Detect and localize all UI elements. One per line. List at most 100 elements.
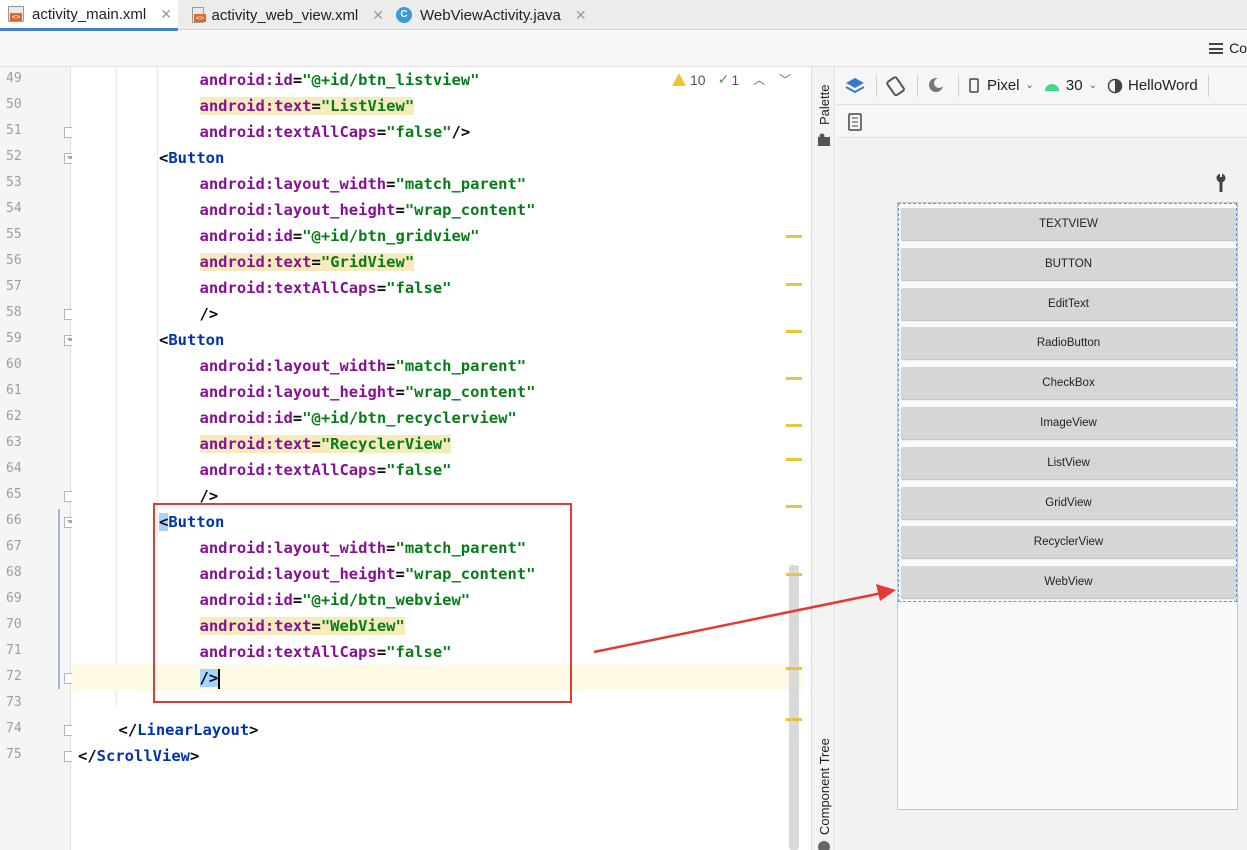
code-token: /> bbox=[451, 123, 471, 141]
code-line[interactable]: android:layout_height="wrap_content" bbox=[72, 561, 536, 587]
code-line[interactable]: android:id="@+id/btn_gridview" bbox=[72, 223, 480, 249]
tab-webviewactivity-java[interactable]: C WebViewActivity.java ✕ bbox=[388, 0, 598, 30]
code-line[interactable]: android:text="WebView" bbox=[72, 613, 405, 639]
code-line[interactable]: /> bbox=[72, 301, 219, 327]
code-line[interactable]: android:layout_width="match_parent" bbox=[72, 535, 527, 561]
warning-marker[interactable] bbox=[786, 718, 802, 721]
code-line[interactable]: android:layout_height="wrap_content" bbox=[72, 197, 536, 223]
warning-marker[interactable] bbox=[786, 573, 802, 576]
warning-count: 10 bbox=[690, 71, 706, 88]
code-token: = bbox=[292, 227, 303, 245]
close-icon[interactable]: ✕ bbox=[575, 7, 587, 24]
line-number: 60 bbox=[6, 357, 22, 372]
preview-button[interactable]: WebView bbox=[901, 566, 1236, 599]
code-line[interactable]: android:text="ListView" bbox=[72, 93, 415, 119]
code-token: < bbox=[159, 149, 169, 167]
inspection-widget[interactable]: 10 ✓ 1 ︿ ﹀ bbox=[672, 71, 791, 88]
code-token: /> bbox=[199, 487, 219, 505]
preview-button[interactable]: GridView bbox=[901, 486, 1236, 519]
code-line[interactable]: <Button bbox=[72, 327, 224, 353]
theme-selector[interactable]: HelloWord bbox=[1107, 77, 1198, 94]
code-line[interactable]: android:text="GridView" bbox=[72, 249, 415, 275]
editor-scrollbar[interactable] bbox=[786, 67, 803, 850]
preview-button[interactable]: RecyclerView bbox=[901, 526, 1236, 559]
device-selector[interactable]: Pixel ⌄ bbox=[969, 77, 1034, 94]
line-number: 64 bbox=[6, 461, 22, 476]
preview-button[interactable]: ImageView bbox=[901, 407, 1236, 439]
night-mode-icon[interactable] bbox=[926, 75, 948, 97]
code-token: "wrap_content" bbox=[404, 383, 536, 401]
tab-activity-web-view-xml[interactable]: activity_web_view.xml ✕ bbox=[184, 0, 384, 30]
code-line[interactable] bbox=[72, 691, 78, 717]
wrench-icon[interactable] bbox=[1214, 173, 1228, 193]
code-token: android:id bbox=[199, 409, 293, 427]
code-line[interactable]: android:id="@+id/btn_webview" bbox=[72, 587, 471, 613]
preview-button[interactable]: ListView bbox=[901, 446, 1236, 479]
line-number: 53 bbox=[6, 175, 22, 190]
chevron-up-icon[interactable]: ︿ bbox=[753, 71, 765, 88]
warning-marker[interactable] bbox=[786, 377, 802, 380]
code-editor[interactable]: android:id="@+id/btn_listview" android:te… bbox=[72, 67, 803, 850]
warning-marker[interactable] bbox=[786, 283, 802, 286]
code-token: = bbox=[292, 591, 303, 609]
line-number: 69 bbox=[6, 591, 22, 606]
code-line[interactable]: android:id="@+id/btn_recyclerview" bbox=[72, 405, 517, 431]
code-line[interactable]: </LinearLayout> bbox=[72, 717, 259, 743]
warning-marker[interactable] bbox=[786, 458, 802, 461]
editor-mode-bar: Co bbox=[0, 31, 1247, 67]
preview-button[interactable]: RadioButton bbox=[901, 327, 1236, 360]
device-preview[interactable]: TEXTVIEW BUTTON EditText RadioButton CheckBo… bbox=[897, 202, 1238, 810]
vcs-change-marker[interactable] bbox=[58, 509, 60, 689]
code-line[interactable]: <Button bbox=[72, 509, 224, 535]
code-line[interactable]: /> bbox=[72, 483, 219, 509]
linear-layout-selection[interactable]: TEXTVIEW BUTTON EditText RadioButton CheckBo… bbox=[898, 203, 1237, 602]
line-number: 67 bbox=[6, 539, 22, 554]
palette-tab[interactable]: Palette bbox=[817, 85, 832, 125]
close-icon[interactable]: ✕ bbox=[372, 7, 384, 24]
design-surface-icon[interactable] bbox=[844, 75, 866, 97]
line-number: 70 bbox=[6, 617, 22, 632]
code-line[interactable]: android:textAllCaps="false"/> bbox=[72, 119, 471, 145]
api-level-label: 30 bbox=[1065, 77, 1083, 94]
code-line[interactable]: android:layout_height="wrap_content" bbox=[72, 379, 536, 405]
code-view-button[interactable]: Co bbox=[1209, 40, 1247, 56]
code-line[interactable]: android:layout_width="match_parent" bbox=[72, 171, 527, 197]
scrollbar-thumb[interactable] bbox=[789, 565, 799, 850]
code-token: android:textAllCaps bbox=[199, 279, 377, 297]
code-line[interactable]: android:layout_width="match_parent" bbox=[72, 353, 527, 379]
code-line[interactable]: android:text="RecyclerView" bbox=[72, 431, 452, 457]
code-token: = bbox=[311, 97, 321, 115]
warning-marker[interactable] bbox=[786, 424, 802, 427]
code-line[interactable]: android:textAllCaps="false" bbox=[72, 457, 452, 483]
code-token: android:textAllCaps bbox=[199, 643, 377, 661]
palette-icon bbox=[818, 133, 830, 146]
warning-marker[interactable] bbox=[786, 330, 802, 333]
theme-icon bbox=[1107, 78, 1123, 93]
code-line[interactable]: </ScrollView> bbox=[72, 743, 199, 769]
warning-marker[interactable] bbox=[786, 505, 802, 508]
code-line[interactable]: android:textAllCaps="false" bbox=[72, 275, 452, 301]
code-token: > bbox=[249, 721, 259, 739]
line-number: 71 bbox=[6, 643, 22, 658]
preview-button[interactable]: EditText bbox=[901, 287, 1236, 320]
code-token: android:id bbox=[199, 227, 293, 245]
code-token: android:text bbox=[199, 617, 312, 635]
orientation-icon[interactable] bbox=[885, 75, 907, 97]
component-tree-tab[interactable]: Component Tree bbox=[817, 738, 832, 835]
code-line[interactable]: android:id="@+id/btn_listview" bbox=[72, 67, 480, 93]
code-line[interactable]: /> bbox=[72, 665, 803, 691]
code-line[interactable]: <Button bbox=[72, 145, 224, 171]
preview-button[interactable]: BUTTON bbox=[901, 247, 1236, 280]
preview-button[interactable]: TEXTVIEW bbox=[901, 208, 1236, 240]
code-token: = bbox=[292, 71, 303, 89]
code-token: = bbox=[376, 461, 387, 479]
code-token: "WebView" bbox=[320, 617, 405, 635]
close-icon[interactable]: ✕ bbox=[160, 6, 172, 23]
code-line[interactable]: android:textAllCaps="false" bbox=[72, 639, 452, 665]
tab-activity-main-xml[interactable]: activity_main.xml ✕ bbox=[0, 0, 178, 31]
preview-button[interactable]: CheckBox bbox=[901, 367, 1236, 400]
api-level-selector[interactable]: 30 ⌄ bbox=[1044, 77, 1097, 94]
warning-marker[interactable] bbox=[786, 667, 802, 670]
warning-marker[interactable] bbox=[786, 235, 802, 238]
blueprint-toggle-icon[interactable] bbox=[848, 113, 862, 131]
